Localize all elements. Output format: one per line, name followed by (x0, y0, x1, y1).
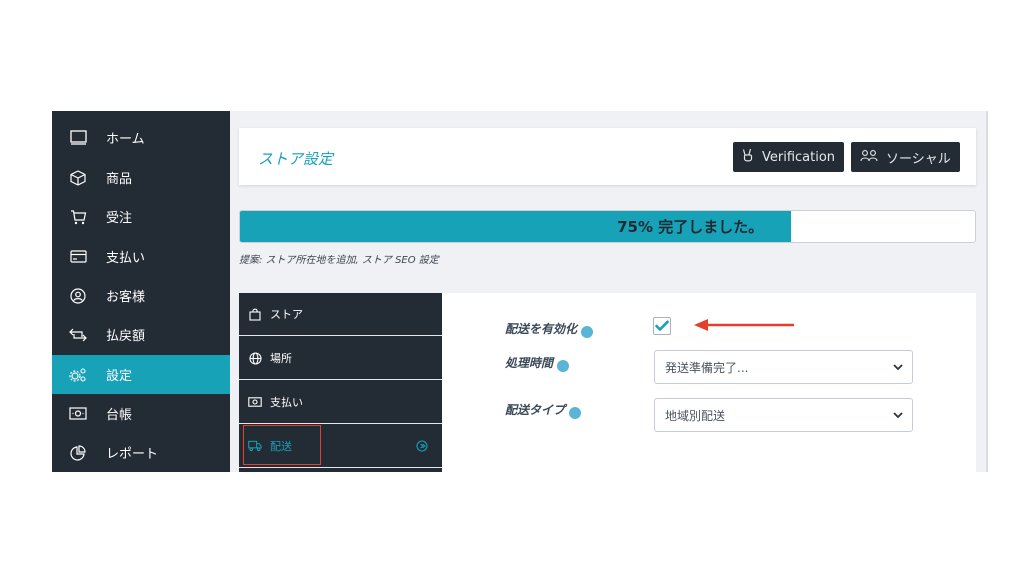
setup-progress-bar: 75% 完了しました。 (239, 210, 976, 243)
refund-icon (69, 326, 87, 344)
processing-time-text: 処理時間 (505, 356, 554, 370)
bag-icon (248, 307, 262, 321)
settings-subnav: ストア 場所 支払い 配送 (239, 293, 442, 472)
sidebar-item-products[interactable]: 商品 (52, 158, 230, 197)
processing-time-value: 発送準備完了... (665, 360, 749, 375)
enable-shipping-label: 配送を有効化 (505, 320, 594, 338)
sidebar-item-reports[interactable]: レポート (52, 433, 230, 472)
processing-time-label: 処理時間 (505, 354, 570, 372)
sidebar-item-ledger[interactable]: 台帳 (52, 394, 230, 433)
chevron-down-icon (893, 412, 903, 419)
shipping-type-select[interactable]: 地域別配送 (654, 398, 913, 432)
sidebar-item-refunds[interactable]: 払戻額 (52, 315, 230, 354)
sidebar-item-label: 払戻額 (106, 329, 146, 344)
enable-shipping-text: 配送を有効化 (505, 322, 578, 336)
monitor-icon (69, 129, 87, 147)
shipping-type-value: 地域別配送 (665, 408, 726, 423)
subnav-item-store[interactable]: ストア (239, 293, 442, 336)
cart-icon (69, 208, 87, 226)
app-frame: ホーム 商品 受注 支払い お客様 払戻額 設定 台帳 レポート ストア設定 V… (52, 111, 988, 472)
sidebar-item-label: お客様 (106, 290, 146, 305)
globe-icon (248, 351, 262, 365)
annotation-highlight-box (243, 425, 321, 465)
help-icon[interactable] (569, 406, 582, 419)
subnav-item-payment[interactable]: 支払い (239, 381, 442, 424)
social-button[interactable]: ソーシャル (851, 142, 960, 172)
user-circle-icon (69, 287, 87, 305)
setup-suggestion: 提案: ストア所在地を追加, ストア SEO 設定 (239, 255, 439, 266)
sidebar-item-label: ホーム (106, 132, 145, 147)
frame-edge (986, 111, 988, 472)
page-header: ストア設定 Verification ソーシャル (239, 128, 976, 185)
check-icon (655, 320, 669, 331)
progress-label: 75% 完了しました。 (617, 218, 764, 236)
sidebar-item-label: 受注 (106, 211, 133, 226)
sidebar-item-label: レポート (106, 447, 159, 462)
subnav-item-label: ストア (270, 308, 303, 321)
money-icon (248, 395, 262, 409)
sidebar-item-payments[interactable]: 支払い (52, 237, 230, 276)
main-content: ストア設定 Verification ソーシャル 75% 完了しました。 提案:… (230, 111, 988, 472)
box-icon (69, 169, 87, 187)
subnav-item-label: 支払い (270, 396, 303, 409)
shipping-type-label: 配送タイプ (505, 401, 582, 419)
social-label: ソーシャル (886, 151, 951, 167)
sidebar-item-home[interactable]: ホーム (52, 118, 230, 157)
sidebar-item-label: 支払い (106, 251, 146, 266)
verification-label: Verification (762, 149, 836, 165)
settings-panel: ストア 場所 支払い 配送 配送を有効化 処理時間 発送準備完了... 配送タイ… (239, 293, 976, 472)
annotation-arrow-icon (694, 319, 794, 331)
peace-hand-icon (742, 148, 754, 167)
chevron-down-icon (893, 364, 903, 371)
page-title: ストア設定 (258, 150, 334, 168)
enable-shipping-checkbox[interactable] (653, 317, 671, 335)
shipping-type-text: 配送タイプ (505, 403, 566, 417)
subnav-item-location[interactable]: 場所 (239, 337, 442, 380)
sidebar-item-label: 商品 (106, 172, 133, 187)
verification-button[interactable]: Verification (733, 142, 845, 172)
sidebar-item-customers[interactable]: お客様 (52, 276, 230, 315)
help-icon[interactable] (557, 359, 570, 372)
processing-time-select[interactable]: 発送準備完了... (654, 350, 913, 384)
money-icon (69, 405, 87, 423)
subnav-item-label: 場所 (270, 352, 292, 365)
sidebar: ホーム 商品 受注 支払い お客様 払戻額 設定 台帳 レポート (52, 111, 230, 472)
credit-card-icon (69, 248, 87, 266)
help-icon[interactable] (581, 325, 594, 338)
sidebar-item-settings[interactable]: 設定 (52, 355, 230, 394)
circle-arrow-icon (416, 440, 428, 452)
sidebar-item-orders[interactable]: 受注 (52, 197, 230, 236)
pie-chart-icon (69, 444, 87, 462)
gears-icon (69, 366, 87, 384)
sidebar-item-label: 設定 (106, 369, 133, 384)
users-icon (860, 149, 878, 166)
sidebar-item-label: 台帳 (106, 408, 133, 423)
